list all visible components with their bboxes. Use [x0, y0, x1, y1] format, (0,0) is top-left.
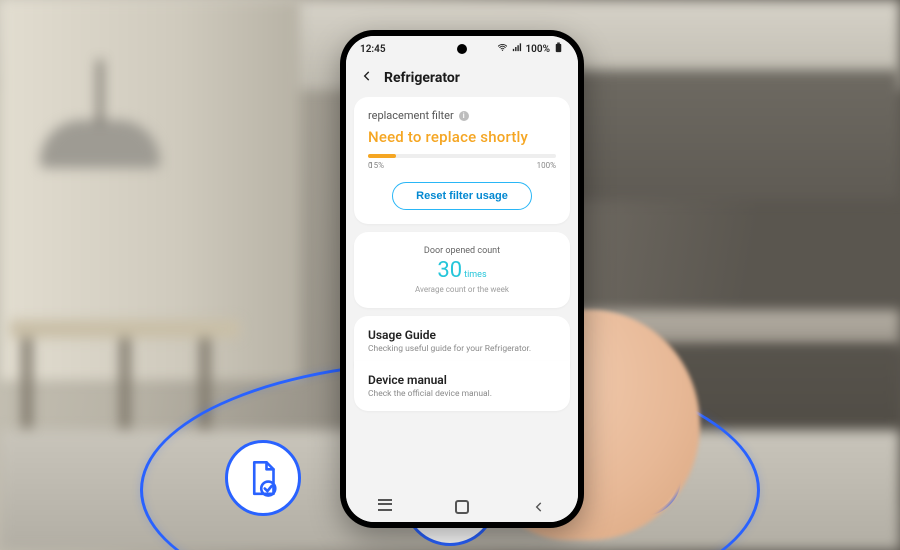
device-manual-link[interactable]: Device manual Check the official device …: [354, 361, 570, 411]
nav-recents-button[interactable]: [365, 503, 405, 511]
usage-guide-sub: Checking useful guide for your Refrigera…: [368, 344, 556, 354]
usb-refresh-icon: [605, 440, 681, 516]
content-scroll[interactable]: replacement filter i Need to replace sho…: [346, 97, 578, 492]
promo-scene: 12:45 100%: [0, 0, 900, 550]
door-count-sub: Average count or the week: [368, 285, 556, 294]
title-bar: Refrigerator: [346, 62, 578, 97]
page-title: Refrigerator: [384, 70, 460, 86]
status-time: 12:45: [360, 44, 386, 55]
battery-text: 100%: [525, 44, 550, 55]
device-manual-title: Device manual: [368, 373, 556, 387]
reset-filter-button[interactable]: Reset filter usage: [392, 182, 532, 210]
phone-frame: 12:45 100%: [340, 30, 584, 528]
filter-status-text: Need to replace shortly: [368, 128, 556, 146]
back-button[interactable]: [360, 68, 374, 87]
device-manual-sub: Check the official device manual.: [368, 389, 556, 399]
filter-progress-bar: [368, 154, 556, 158]
door-count-unit: times: [464, 270, 486, 280]
filter-progress-fill: [368, 154, 396, 158]
info-icon[interactable]: i: [459, 111, 469, 121]
door-count-value: 30: [437, 258, 462, 283]
filter-progress-scale: 0 15% 100%: [368, 161, 556, 170]
filter-card: replacement filter i Need to replace sho…: [354, 97, 570, 224]
door-count-card: Door opened count 30times Average count …: [354, 232, 570, 308]
camera-punch-hole: [457, 44, 467, 54]
filter-label: replacement filter: [368, 109, 454, 122]
usage-guide-title: Usage Guide: [368, 328, 556, 342]
scale-max: 100%: [537, 161, 556, 170]
nav-back-button[interactable]: [519, 500, 559, 514]
android-nav-bar: [346, 492, 578, 522]
nav-home-button[interactable]: [442, 500, 482, 514]
door-count-label: Door opened count: [368, 246, 556, 256]
battery-status-icon: [553, 42, 564, 56]
usage-guide-link[interactable]: Usage Guide Checking useful guide for yo…: [354, 316, 570, 367]
bg-pendant-lamp: [40, 60, 160, 180]
signal-status-icon: [511, 42, 522, 56]
scale-mark: 15%: [369, 161, 384, 170]
phone-screen: 12:45 100%: [346, 36, 578, 522]
wifi-status-icon: [497, 42, 508, 56]
document-check-icon: [225, 440, 301, 516]
